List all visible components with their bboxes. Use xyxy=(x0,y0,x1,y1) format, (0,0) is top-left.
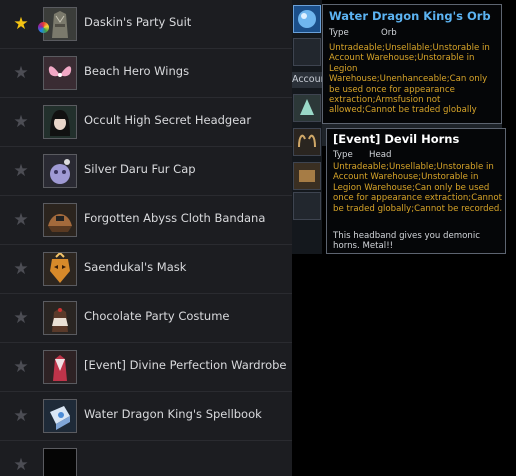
item-thumbnail-headgear xyxy=(43,105,77,139)
item-thumbnail-wings xyxy=(43,56,77,90)
tooltip-type-label: Type xyxy=(333,150,353,160)
item-thumbnail-fur-cap xyxy=(43,154,77,188)
item-thumbnail-spellbook xyxy=(43,399,77,433)
favorite-star-icon[interactable]: ★ xyxy=(12,260,30,278)
color-dye-icon xyxy=(38,22,49,33)
tooltip-title: Water Dragon King's Orb xyxy=(329,9,491,23)
warehouse-slot-column xyxy=(292,0,322,254)
account-warehouse-tab[interactable]: Account Warehouse xyxy=(292,72,322,88)
favorite-star-icon[interactable]: ★ xyxy=(12,211,30,229)
favorite-star-icon[interactable]: ★ xyxy=(12,309,30,327)
tooltip-type-label: Type xyxy=(329,28,349,38)
item-thumbnail-chocolate-costume xyxy=(43,301,77,335)
favorite-star-icon[interactable]: ★ xyxy=(12,456,30,474)
item-thumbnail-wardrobe xyxy=(43,350,77,384)
item-name: Daskin's Party Suit xyxy=(84,15,192,29)
item-name: Beach Hero Wings xyxy=(84,64,190,78)
orb-tooltip: Water Dragon King's Orb Type Orb Untrade… xyxy=(322,4,502,124)
item-thumbnail-mask xyxy=(43,252,77,286)
item-name: Forgotten Abyss Cloth Bandana xyxy=(84,211,266,225)
item-name: Chocolate Party Costume xyxy=(84,309,230,323)
list-item[interactable]: ★ Saendukal's Mask xyxy=(0,245,292,294)
item-name: Saendukal's Mask xyxy=(84,260,187,274)
tooltip-description: This headband gives you demonic horns. M… xyxy=(333,231,480,252)
empty-slot[interactable] xyxy=(293,38,321,66)
favorite-star-icon[interactable]: ★ xyxy=(12,113,30,131)
favorite-star-icon[interactable]: ★ xyxy=(12,64,30,82)
empty-slot[interactable] xyxy=(293,192,321,220)
list-item[interactable]: ★ xyxy=(0,441,292,476)
list-item[interactable]: ★ Occult High Secret Headgear xyxy=(0,98,292,147)
item-slot[interactable] xyxy=(293,94,321,122)
favorite-star-icon[interactable]: ★ xyxy=(12,15,30,33)
item-name: [Event] Divine Perfection Wardrobe xyxy=(84,358,287,372)
tooltip-restrictions: Untradeable;Unsellable;Unstorable in Acc… xyxy=(329,43,490,116)
tooltip-type-value: Orb xyxy=(381,28,397,38)
item-thumbnail-bandana xyxy=(43,203,77,237)
list-item[interactable]: ★ Daskin's Party Suit xyxy=(0,0,292,49)
horns-tooltip: [Event] Devil Horns Type Head Untradeabl… xyxy=(326,128,506,254)
tooltip-title: [Event] Devil Horns xyxy=(333,132,460,146)
list-item[interactable]: ★ Beach Hero Wings xyxy=(0,49,292,98)
list-item[interactable]: ★ Forgotten Abyss Cloth Bandana xyxy=(0,196,292,245)
list-item[interactable]: ★ Water Dragon King's Spellbook xyxy=(0,392,292,441)
list-item[interactable]: ★ [Event] Divine Perfection Wardrobe xyxy=(0,343,292,392)
item-name: Silver Daru Fur Cap xyxy=(84,162,196,176)
favorite-star-icon[interactable]: ★ xyxy=(12,162,30,180)
horns-slot[interactable] xyxy=(293,128,321,156)
tooltip-restrictions: Untradeable;Unsellable;Unstorable in Acc… xyxy=(333,162,503,214)
favorite-star-icon[interactable]: ★ xyxy=(12,358,30,376)
list-item[interactable]: ★ Silver Daru Fur Cap xyxy=(0,147,292,196)
item-name: Occult High Secret Headgear xyxy=(84,113,252,127)
appearance-item-list: ★ Daskin's Party Suit ★ Beach Hero Wings… xyxy=(0,0,292,476)
tab-label: Account Warehouse xyxy=(292,74,322,85)
orb-slot[interactable] xyxy=(293,5,321,33)
item-thumbnail-empty xyxy=(43,448,77,476)
list-item[interactable]: ★ Chocolate Party Costume xyxy=(0,294,292,343)
tooltip-type-value: Head xyxy=(369,150,392,160)
item-slot[interactable] xyxy=(293,162,321,190)
item-name: Water Dragon King's Spellbook xyxy=(84,407,262,421)
favorite-star-icon[interactable]: ★ xyxy=(12,407,30,425)
